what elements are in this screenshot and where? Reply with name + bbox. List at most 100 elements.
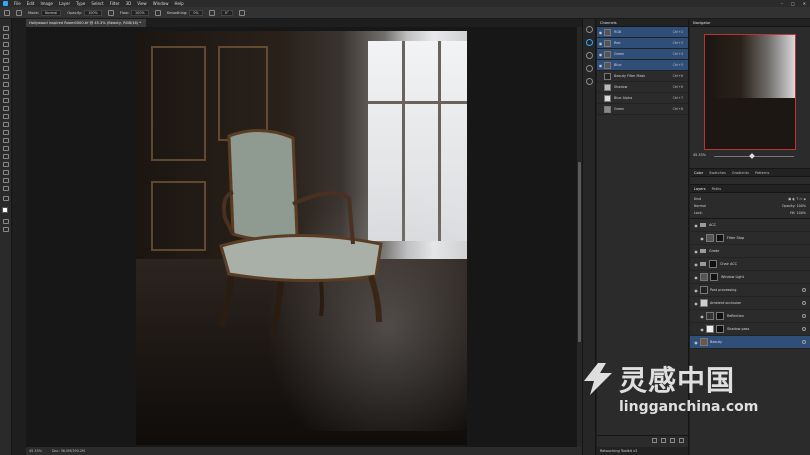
- navigator-title[interactable]: Navigator: [690, 19, 810, 27]
- brush-tool-icon[interactable]: [4, 9, 10, 16]
- frame-tool-icon[interactable]: [3, 66, 9, 71]
- channel-row-green[interactable]: ◉ Green Ctrl+4: [597, 49, 688, 60]
- new-channel-icon[interactable]: [670, 438, 675, 443]
- trash-icon[interactable]: [679, 438, 684, 443]
- status-zoom[interactable]: 45.33%: [29, 449, 42, 453]
- menu-view[interactable]: View: [137, 1, 147, 6]
- eyedropper-tool-icon[interactable]: [3, 74, 9, 79]
- layer-opacity-input[interactable]: 100%: [797, 204, 806, 208]
- menu-select[interactable]: Select: [91, 1, 103, 6]
- tab-paths[interactable]: Paths: [712, 187, 722, 191]
- eye-icon[interactable]: ◉: [692, 275, 700, 280]
- eye-icon[interactable]: ◉: [597, 41, 604, 46]
- hand-tool-icon[interactable]: [3, 178, 9, 183]
- tab-color[interactable]: Color: [694, 171, 703, 175]
- close-button[interactable]: ✕: [803, 1, 806, 6]
- layer-row[interactable]: ◉ Chair ACC: [690, 258, 810, 271]
- crop-tool-icon[interactable]: [3, 58, 9, 63]
- airbrush-icon[interactable]: [154, 9, 161, 16]
- scrollbar-thumb[interactable]: [578, 162, 581, 342]
- pen-tool-icon[interactable]: [3, 146, 9, 151]
- slider-knob[interactable]: [749, 153, 755, 159]
- layer-row[interactable]: ◉ Ambient occlusion: [690, 297, 810, 310]
- menu-help[interactable]: Help: [174, 1, 183, 6]
- maximize-button[interactable]: □: [791, 1, 795, 6]
- blur-tool-icon[interactable]: [3, 130, 9, 135]
- channels-panel-title[interactable]: Channels: [597, 19, 688, 27]
- eye-icon[interactable]: ◉: [698, 314, 706, 319]
- layer-row[interactable]: ◉ Post processing: [690, 284, 810, 297]
- eye-icon[interactable]: ◉: [692, 288, 700, 293]
- mode-select[interactable]: Normal: [41, 9, 62, 16]
- healing-brush-tool-icon[interactable]: [3, 82, 9, 87]
- brush-tool-icon[interactable]: [3, 90, 9, 95]
- history-brush-tool-icon[interactable]: [3, 106, 9, 111]
- channel-row-red[interactable]: ◉ Red Ctrl+3: [597, 38, 688, 49]
- dodge-tool-icon[interactable]: [3, 138, 9, 143]
- layer-effects-icon[interactable]: [802, 327, 806, 331]
- layer-row[interactable]: ◉ ACC: [690, 219, 810, 232]
- channel-row-green-alpha[interactable]: Green Ctrl+8: [597, 104, 688, 115]
- tab-swatches[interactable]: Swatches: [709, 171, 726, 175]
- symmetry-icon[interactable]: [238, 9, 245, 16]
- load-selection-icon[interactable]: [652, 438, 657, 443]
- channel-row-beauty-filter-mask[interactable]: Beauty Filter Mask Ctrl+6: [597, 71, 688, 82]
- magic-wand-tool-icon[interactable]: [3, 50, 9, 55]
- brush-preset-icon[interactable]: [16, 9, 22, 16]
- foreground-color-swatch[interactable]: [2, 207, 8, 213]
- menu-3d[interactable]: 3D: [126, 1, 132, 6]
- gradient-tool-icon[interactable]: [3, 122, 9, 127]
- menu-filter[interactable]: Filter: [110, 1, 120, 6]
- eye-icon[interactable]: ◉: [692, 249, 700, 254]
- layer-effects-icon[interactable]: [802, 314, 806, 318]
- navigator-zoom[interactable]: 45.33%: [693, 153, 706, 157]
- eye-icon[interactable]: ◉: [692, 340, 700, 345]
- more-tools-icon[interactable]: [3, 196, 9, 201]
- menu-file[interactable]: File: [14, 1, 21, 6]
- channel-row-rgb[interactable]: ◉ RGB Ctrl+2: [597, 27, 688, 38]
- save-selection-icon[interactable]: [661, 438, 666, 443]
- menu-window[interactable]: Window: [153, 1, 169, 6]
- eye-icon[interactable]: ◉: [597, 63, 604, 68]
- type-tool-icon[interactable]: [3, 154, 9, 159]
- menu-layer[interactable]: Layer: [59, 1, 70, 6]
- properties-icon[interactable]: [586, 52, 593, 59]
- layer-effects-icon[interactable]: [802, 340, 806, 344]
- eye-icon[interactable]: ◉: [698, 327, 706, 332]
- blend-mode-select[interactable]: Normal: [694, 204, 706, 208]
- minimize-button[interactable]: –: [781, 1, 783, 6]
- tab-layers[interactable]: Layers: [694, 187, 706, 191]
- eye-icon[interactable]: ◉: [692, 262, 700, 267]
- smoothing-input[interactable]: 0%: [189, 9, 203, 16]
- layer-row[interactable]: ◉ Filter Stop: [690, 232, 810, 245]
- path-selection-tool-icon[interactable]: [3, 162, 9, 167]
- opacity-input[interactable]: 100%: [84, 9, 102, 16]
- layer-fill-input[interactable]: 100%: [797, 211, 806, 215]
- tab-patterns[interactable]: Patterns: [755, 171, 769, 175]
- gear-icon[interactable]: [208, 9, 215, 16]
- layer-row-selected[interactable]: ◉ Beauty: [690, 336, 810, 349]
- menu-edit[interactable]: Edit: [27, 1, 35, 6]
- layer-effects-icon[interactable]: [802, 301, 806, 305]
- eye-icon[interactable]: ◉: [698, 236, 706, 241]
- channel-row-blue-alpha[interactable]: Blue Alpha Ctrl+7: [597, 93, 688, 104]
- menu-image[interactable]: Image: [40, 1, 53, 6]
- shape-tool-icon[interactable]: [3, 170, 9, 175]
- document-image[interactable]: [136, 31, 467, 445]
- retouching-toolkit-tab[interactable]: Retouching Toolkit v3: [597, 447, 688, 455]
- clone-stamp-tool-icon[interactable]: [3, 98, 9, 103]
- eraser-tool-icon[interactable]: [3, 114, 9, 119]
- angle-input[interactable]: 0°: [220, 9, 233, 16]
- marquee-tool-icon[interactable]: [3, 34, 9, 39]
- flow-input[interactable]: 100%: [131, 9, 149, 16]
- eye-icon[interactable]: ◉: [692, 301, 700, 306]
- navigator-thumbnail[interactable]: [704, 34, 796, 150]
- layer-row[interactable]: ◉ Window Light: [690, 271, 810, 284]
- screen-mode-icon[interactable]: [3, 227, 9, 232]
- quick-mask-icon[interactable]: [3, 219, 9, 224]
- eye-icon[interactable]: ◉: [597, 30, 604, 35]
- lasso-tool-icon[interactable]: [3, 42, 9, 47]
- adjustments-icon[interactable]: [586, 65, 593, 72]
- tab-gradients[interactable]: Gradients: [732, 171, 749, 175]
- layer-row[interactable]: ◉ Shadow pass: [690, 323, 810, 336]
